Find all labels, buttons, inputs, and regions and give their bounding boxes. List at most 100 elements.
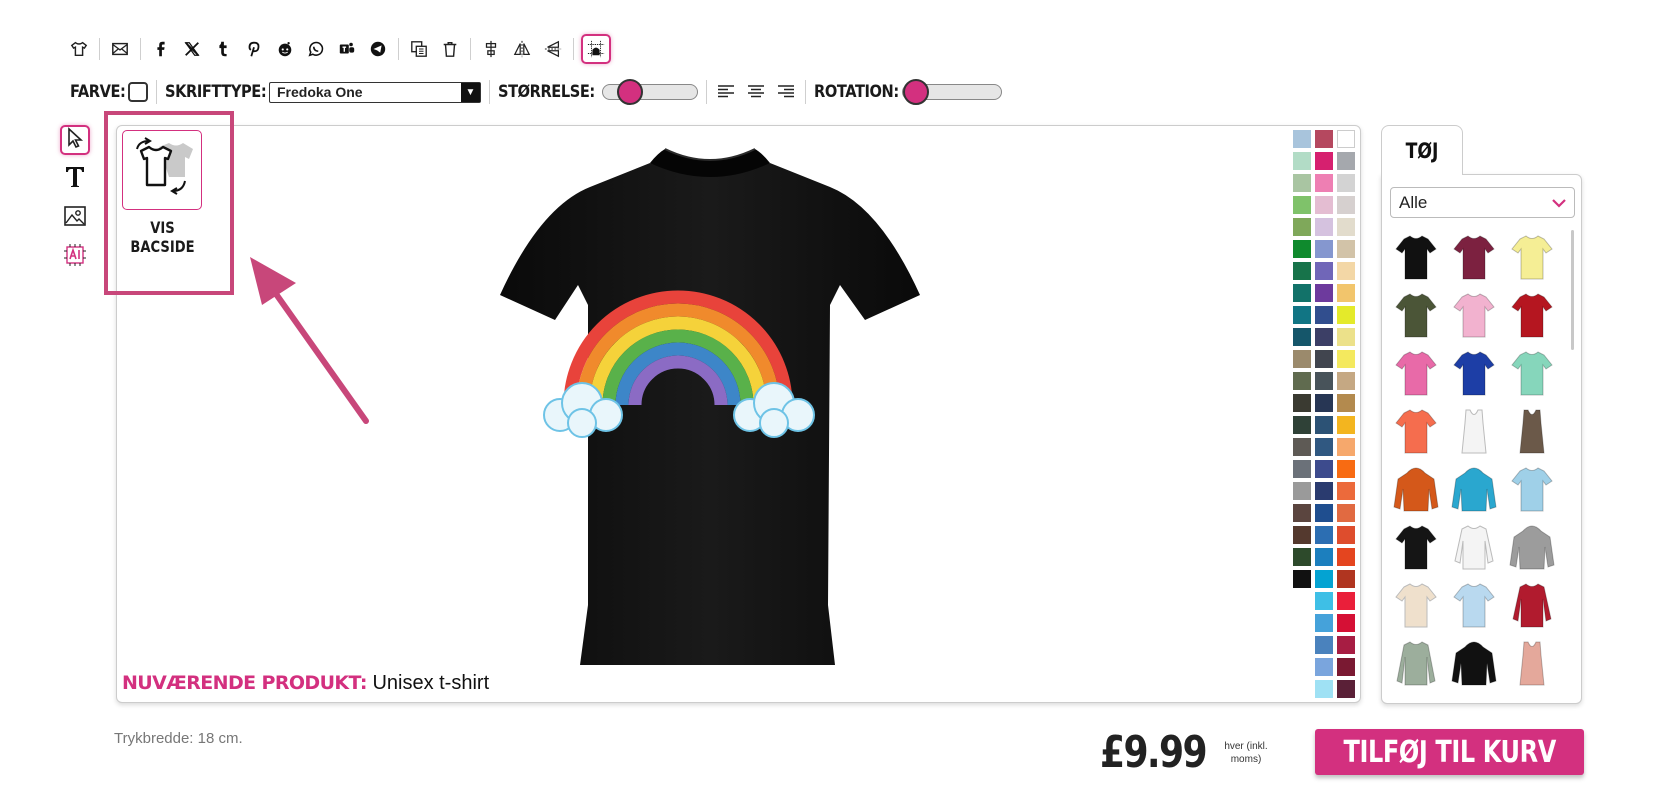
color-swatch[interactable] (1337, 614, 1355, 632)
color-swatch[interactable] (1315, 218, 1333, 236)
color-swatch[interactable] (1315, 130, 1333, 148)
pinterest-icon[interactable] (241, 36, 267, 62)
color-swatch[interactable] (1315, 636, 1333, 654)
color-swatch[interactable] (1337, 526, 1355, 544)
tab-clothes[interactable]: TØJ (1381, 125, 1463, 175)
show-back-button[interactable] (122, 130, 202, 210)
color-swatch[interactable] (1337, 284, 1355, 302)
color-swatch[interactable] (1293, 482, 1311, 500)
color-swatch[interactable] (1337, 416, 1355, 434)
color-swatch[interactable] (1315, 548, 1333, 566)
panel-scrollbar[interactable] (1571, 230, 1574, 350)
color-swatch[interactable] (1293, 130, 1311, 148)
color-swatch[interactable] (1315, 460, 1333, 478)
color-picker[interactable] (128, 82, 148, 102)
color-swatch[interactable] (1337, 592, 1355, 610)
color-swatch[interactable] (1315, 658, 1333, 676)
tumblr-icon[interactable] (210, 36, 236, 62)
color-swatch[interactable] (1337, 328, 1355, 346)
color-swatch[interactable] (1293, 262, 1311, 280)
image-tool[interactable] (60, 203, 90, 233)
color-swatch[interactable] (1293, 306, 1311, 324)
color-swatch[interactable] (1315, 592, 1333, 610)
color-swatch[interactable] (1315, 262, 1333, 280)
product-mint-tshirt[interactable] (1504, 347, 1560, 403)
color-swatch[interactable] (1337, 372, 1355, 390)
color-swatch[interactable] (1337, 658, 1355, 676)
color-swatch[interactable] (1315, 394, 1333, 412)
color-swatch[interactable] (1315, 196, 1333, 214)
whatsapp-icon[interactable] (303, 36, 329, 62)
font-select[interactable]: Fredoka One ▼ (269, 81, 481, 103)
color-swatch[interactable] (1293, 174, 1311, 192)
color-swatch[interactable] (1337, 438, 1355, 456)
color-swatch[interactable] (1293, 394, 1311, 412)
align-center-text-icon[interactable] (745, 81, 767, 103)
mail-icon[interactable] (107, 36, 133, 62)
align-center-icon[interactable] (478, 36, 504, 62)
color-swatch[interactable] (1315, 416, 1333, 434)
color-swatch[interactable] (1293, 548, 1311, 566)
product-coral-tshirt[interactable] (1388, 405, 1444, 461)
product-natural-tshirt[interactable] (1388, 579, 1444, 635)
color-swatch[interactable] (1293, 196, 1311, 214)
product-red-tshirt[interactable] (1504, 289, 1560, 345)
color-swatch[interactable] (1315, 240, 1333, 258)
align-left-icon[interactable] (715, 81, 737, 103)
add-to-cart-button[interactable]: TILFØJ TIL KURV (1315, 729, 1584, 775)
color-swatch[interactable] (1315, 174, 1333, 192)
product-tie-dye-tshirt[interactable] (1504, 463, 1560, 519)
flip-vertical-icon[interactable] (540, 36, 566, 62)
select-tool[interactable] (60, 125, 90, 155)
color-swatch[interactable] (1315, 526, 1333, 544)
product-pink-womens-tshirt[interactable] (1388, 347, 1444, 403)
color-swatch[interactable] (1315, 614, 1333, 632)
trash-icon[interactable] (437, 36, 463, 62)
color-swatch[interactable] (1337, 504, 1355, 522)
product-salmon-tank[interactable] (1504, 637, 1560, 693)
color-swatch[interactable] (1337, 174, 1355, 192)
color-swatch[interactable] (1337, 152, 1355, 170)
color-swatch[interactable] (1337, 680, 1355, 698)
color-swatch[interactable] (1337, 130, 1355, 148)
product-black-tshirt-2[interactable] (1388, 521, 1444, 577)
color-swatch[interactable] (1315, 680, 1333, 698)
size-slider[interactable] (602, 79, 698, 105)
color-swatch[interactable] (1293, 152, 1311, 170)
color-swatch[interactable] (1337, 218, 1355, 236)
color-swatch[interactable] (1293, 350, 1311, 368)
product-black-orange-hoodie[interactable] (1446, 637, 1502, 693)
product-raglan-longsleeve[interactable] (1446, 521, 1502, 577)
color-swatch[interactable] (1315, 306, 1333, 324)
text-tool[interactable] (60, 164, 90, 194)
product-pink-tshirt[interactable] (1446, 289, 1502, 345)
rotation-slider[interactable] (902, 79, 1002, 105)
color-swatch[interactable] (1337, 306, 1355, 324)
color-swatch[interactable] (1337, 636, 1355, 654)
color-swatch[interactable] (1337, 394, 1355, 412)
color-swatch[interactable] (1337, 482, 1355, 500)
product-turquoise-hoodie[interactable] (1446, 463, 1502, 519)
x-icon[interactable] (179, 36, 205, 62)
color-swatch[interactable] (1337, 460, 1355, 478)
color-swatch[interactable] (1315, 504, 1333, 522)
color-swatch[interactable] (1293, 526, 1311, 544)
product-light-blue-tshirt[interactable] (1446, 579, 1502, 635)
product-black-tshirt[interactable] (1388, 231, 1444, 287)
color-swatch[interactable] (1337, 240, 1355, 258)
rotation-slider-knob[interactable] (902, 79, 929, 105)
color-swatch[interactable] (1315, 152, 1333, 170)
color-swatch[interactable] (1315, 284, 1333, 302)
product-olive-tshirt[interactable] (1388, 289, 1444, 345)
product-brown-tank[interactable] (1504, 405, 1560, 461)
color-swatch[interactable] (1293, 438, 1311, 456)
color-swatch[interactable] (1293, 504, 1311, 522)
reddit-icon[interactable] (272, 36, 298, 62)
color-swatch[interactable] (1293, 328, 1311, 346)
color-swatch[interactable] (1293, 570, 1311, 588)
color-swatch[interactable] (1293, 416, 1311, 434)
color-swatch[interactable] (1337, 350, 1355, 368)
color-swatch[interactable] (1293, 240, 1311, 258)
grid-icon[interactable] (581, 34, 611, 64)
color-swatch[interactable] (1293, 284, 1311, 302)
